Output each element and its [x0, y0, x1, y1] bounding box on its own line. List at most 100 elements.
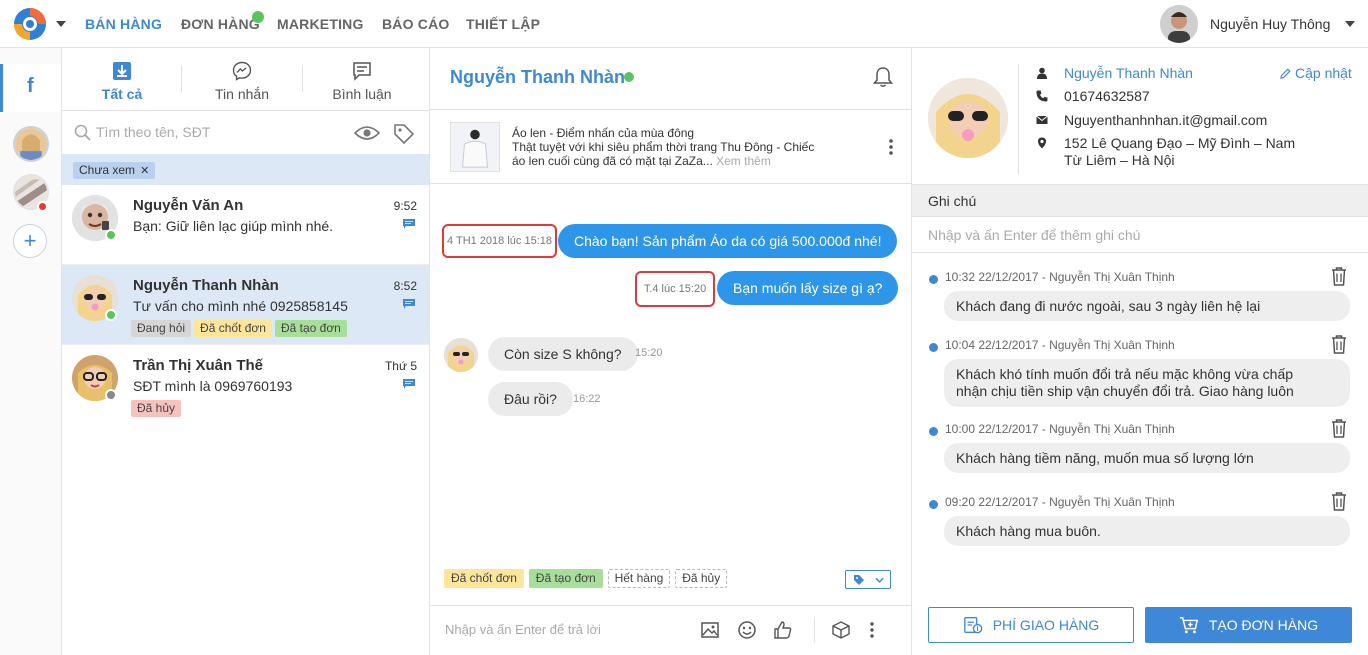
post-description-2: áo len cuối cùng đã có mặt tại ZaZa...: [512, 154, 713, 168]
note-body: Khách hàng mua buôn.: [944, 516, 1350, 546]
see-more-link[interactable]: Xem thêm: [716, 154, 771, 168]
note-input-row: Nhập và ấn Enter để thêm ghi chú: [912, 217, 1368, 253]
message-icon: [403, 299, 415, 309]
online-status-icon: [105, 229, 117, 241]
facebook-channel[interactable]: f: [0, 64, 61, 112]
tab-comments[interactable]: Bình luận: [302, 48, 422, 110]
edit-customer-button[interactable]: Cập nhật: [1280, 65, 1352, 81]
quick-tag-cancelled[interactable]: Đã hủy: [675, 569, 728, 588]
quick-tag-created-order[interactable]: Đã tạo đơn: [528, 569, 603, 588]
tab-comments-label: Bình luận: [332, 86, 392, 102]
offline-status-icon: [105, 389, 117, 401]
note-body-line: Khách khó tính muốn đổi trả nếu mặc khôn…: [956, 366, 1294, 382]
product-box-icon[interactable]: [831, 620, 851, 640]
post-preview[interactable]: Áo len - Điểm nhấn của mùa đông Thật tuy…: [430, 110, 911, 184]
message-bubble-outgoing[interactable]: Bạn muốn lấy size gì ạ?: [717, 271, 899, 305]
search-input[interactable]: Tìm theo tên, SĐT: [96, 124, 210, 140]
conversation-item[interactable]: Trần Thị Xuân Thế SĐT mình là 0969760193…: [62, 345, 429, 425]
add-page-button[interactable]: +: [13, 224, 47, 258]
create-order-label: TẠO ĐƠN HÀNG: [1208, 617, 1319, 633]
note-dot-icon: [929, 275, 938, 284]
message-time: 15:20: [635, 347, 663, 359]
message-time: 16:22: [573, 393, 601, 405]
trash-icon[interactable]: [1330, 418, 1348, 438]
conversation-preview: Bạn: Giữ liên lạc giúp mình nhé.: [133, 218, 334, 234]
shipping-fee-button[interactable]: PHÍ GIAO HÀNG: [928, 607, 1134, 643]
divider: [814, 618, 815, 642]
filter-chip-label: Chưa xem: [79, 163, 136, 177]
post-title: Áo len - Điểm nhấn của mùa đông: [512, 126, 695, 140]
user-name[interactable]: Nguyễn Huy Thông: [1210, 0, 1330, 48]
filter-chip-unread[interactable]: Chưa xem ✕: [73, 162, 156, 179]
message-bubble-incoming[interactable]: Đâu rồi?: [488, 382, 573, 416]
create-order-button[interactable]: TẠO ĐƠN HÀNG: [1145, 607, 1352, 643]
pencil-icon: [1280, 68, 1291, 79]
phone-icon: [1036, 90, 1048, 102]
tag-icon: [854, 575, 864, 585]
channel-rail: f +: [0, 48, 62, 655]
tab-messages[interactable]: Tin nhắn: [182, 48, 302, 110]
shipping-fee-icon: [963, 617, 983, 634]
chat-contact-name[interactable]: Nguyễn Thanh Nhàn: [450, 67, 625, 88]
tag-dropdown-button[interactable]: [845, 570, 891, 589]
note-body: Khách hàng tiềm năng, muốn mua số lượng …: [944, 443, 1350, 473]
user-avatar[interactable]: [1160, 5, 1198, 43]
nav-settings[interactable]: THIẾT LẬP: [466, 0, 540, 48]
notes-title: Ghi chú: [928, 193, 977, 209]
thumbs-up-icon[interactable]: [773, 620, 793, 640]
conversation-item[interactable]: Nguyễn Văn An Bạn: Giữ liên lạc giúp mìn…: [62, 185, 429, 265]
conversation-time: 9:52: [393, 199, 417, 213]
message-timestamp: 4 TH1 2018 lúc 15:18: [442, 224, 557, 258]
note-meta: 10:32 22/12/2017 - Nguyễn Thị Xuân Thịnh: [945, 270, 1175, 284]
note-body: Khách đang đi nước ngoài, sau 3 ngày liê…: [944, 291, 1350, 321]
image-icon[interactable]: [700, 620, 720, 640]
edit-label: Cập nhật: [1295, 65, 1352, 81]
more-vertical-icon[interactable]: [867, 620, 877, 640]
more-vertical-icon[interactable]: [888, 138, 894, 156]
nav-sales[interactable]: BÁN HÀNG: [85, 0, 162, 48]
nav-orders[interactable]: ĐƠN HÀNG: [181, 0, 260, 48]
tag-created-order[interactable]: Đã tạo đơn: [274, 320, 347, 337]
post-text: Áo len - Điểm nhấn của mùa đông Thật tuy…: [512, 126, 832, 168]
conversation-preview: SĐT mình là 0969760193: [133, 378, 293, 394]
active-filters: Chưa xem ✕: [62, 154, 429, 185]
conversation-preview: Tư vấn cho mình nhé 0925858145: [133, 298, 348, 314]
message-bubble-incoming[interactable]: Còn size S không?: [488, 337, 638, 371]
quick-tag-out-of-stock[interactable]: Hết hàng: [607, 569, 671, 588]
nav-reports[interactable]: BÁO CÁO: [382, 0, 450, 48]
bell-icon[interactable]: [872, 66, 894, 88]
chevron-down-icon[interactable]: [1345, 21, 1355, 28]
trash-icon[interactable]: [1330, 266, 1348, 286]
customer-name[interactable]: Nguyễn Thanh Nhàn: [1064, 65, 1193, 82]
tag-cancelled[interactable]: Đã hủy: [131, 400, 182, 417]
nav-marketing[interactable]: MARKETING: [277, 0, 364, 48]
app-logo-icon[interactable]: [12, 6, 48, 42]
online-status-icon: [105, 309, 117, 321]
trash-icon[interactable]: [1330, 491, 1348, 511]
note-input[interactable]: Nhập và ấn Enter để thêm ghi chú: [928, 227, 1140, 243]
note-dot-icon: [929, 343, 938, 352]
tag-asking[interactable]: Đang hỏi: [131, 320, 192, 337]
message-bubble-outgoing[interactable]: Chào bạn! Sản phẩm Áo da có giá 500.000đ…: [558, 224, 898, 258]
reply-input[interactable]: Nhập và ấn Enter để trả lời: [445, 622, 601, 637]
page-avatar-1[interactable]: [13, 126, 49, 162]
chevron-down-icon[interactable]: [56, 20, 66, 28]
tab-all[interactable]: Tất cả: [62, 48, 182, 110]
tag-icon[interactable]: [393, 123, 415, 145]
tag-closed-order[interactable]: Đã chốt đơn: [194, 320, 272, 337]
conversation-tags: Đang hỏi Đã chốt đơn Đã tạo đơn: [131, 319, 350, 337]
conversation-item-selected[interactable]: Nguyễn Thanh Nhàn Tư vấn cho mình nhé 09…: [62, 265, 429, 345]
close-icon[interactable]: ✕: [140, 165, 149, 177]
emoji-icon[interactable]: [737, 620, 757, 640]
eye-icon[interactable]: [354, 124, 380, 142]
conversation-list: Tất cả Tin nhắn Bình luận Tìm theo tên, …: [62, 48, 430, 655]
post-description: Thật tuyệt với khi siêu phẩm thời trang …: [512, 140, 815, 154]
trash-icon[interactable]: [1330, 334, 1348, 354]
cart-icon: [1179, 617, 1198, 634]
quick-tag-closed-order[interactable]: Đã chốt đơn: [444, 569, 524, 588]
notification-dot-icon: [37, 201, 48, 212]
message-timestamp: T.4 lúc 15:20: [635, 271, 715, 307]
conversation-time: 8:52: [393, 279, 417, 293]
note-dot-icon: [929, 427, 938, 436]
note-meta: 09:20 22/12/2017 - Nguyễn Thị Xuân Thịnh: [945, 495, 1175, 509]
